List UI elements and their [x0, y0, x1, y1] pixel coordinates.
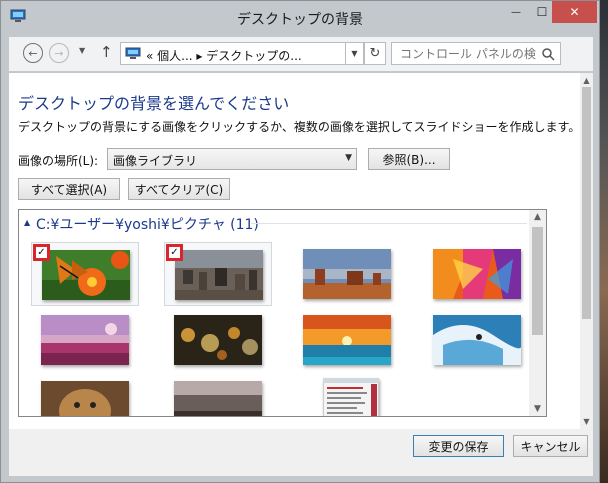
- sunset-sea-image: [303, 315, 391, 365]
- checkmark-icon: ✓: [36, 247, 47, 258]
- page-title: デスクトップの背景を選んでください: [18, 94, 290, 113]
- checkmark-icon: ✓: [169, 247, 180, 258]
- content-scrollbar[interactable]: ▲ ▼: [580, 73, 593, 429]
- picture-thumbnail-surfer[interactable]: [423, 308, 531, 372]
- group-header[interactable]: C:¥ユーザー¥yoshi¥ピクチャ (11): [36, 214, 259, 234]
- tulip-field-image: [41, 315, 129, 365]
- gallery-scroll-thumb[interactable]: [532, 227, 543, 335]
- picture-thumbnail-butterfly[interactable]: ✓: [31, 242, 139, 306]
- desktop-background: [600, 0, 608, 483]
- cheetah-image: [41, 381, 129, 416]
- chevron-down-icon: ▼: [351, 49, 358, 58]
- page-description: デスクトップの背景にする画像をクリックするか、複数の画像を選択してスライドショー…: [18, 120, 581, 134]
- content-scroll-thumb[interactable]: [582, 87, 591, 319]
- cancel-button[interactable]: キャンセル: [513, 435, 588, 457]
- scroll-up-icon[interactable]: ▲: [580, 76, 593, 85]
- save-changes-button[interactable]: 変更の保存: [413, 435, 504, 457]
- scroll-up-icon[interactable]: ▲: [529, 212, 546, 222]
- gallery-scrollbar[interactable]: ▲ ▼: [529, 210, 546, 416]
- forward-arrow-icon: →: [54, 46, 64, 60]
- checkbox-butterfly[interactable]: ✓: [33, 244, 50, 261]
- picture-gallery: ▲ C:¥ユーザー¥yoshi¥ピクチャ (11) ✓ ✓ ▲ ▼: [18, 209, 547, 417]
- close-button[interactable]: ✕: [552, 1, 597, 23]
- clear-all-button[interactable]: すべてクリア(C): [128, 178, 230, 200]
- breadcrumb-path: « 個人... ▸ デスクトップの...: [146, 49, 302, 63]
- picture-location-label: 画像の場所(L):: [18, 154, 99, 168]
- browse-button[interactable]: 参照(B)...: [368, 148, 450, 170]
- search-icon[interactable]: [541, 47, 555, 61]
- abstract-orange-image: [433, 249, 521, 299]
- search-input[interactable]: [398, 45, 538, 62]
- minimize-button[interactable]: —: [503, 1, 529, 23]
- select-all-button[interactable]: すべて選択(A): [18, 178, 120, 200]
- recent-locations-dropdown[interactable]: ▼: [79, 46, 85, 55]
- picture-thumbnail-cheetah[interactable]: [31, 374, 139, 416]
- monument-valley-image: [303, 249, 391, 299]
- control-panel-icon: [125, 47, 141, 59]
- scroll-down-icon[interactable]: ▼: [529, 404, 546, 414]
- picture-thumbnail-monument-valley[interactable]: [293, 242, 401, 306]
- maximize-icon: ☐: [536, 5, 548, 19]
- picture-thumbnail-dark-landscape[interactable]: [164, 374, 272, 416]
- address-dropdown-button[interactable]: ▼: [346, 42, 364, 65]
- up-arrow-icon: ↑: [100, 43, 113, 61]
- refresh-button[interactable]: ↻: [364, 42, 386, 65]
- back-arrow-icon: ←: [28, 46, 38, 60]
- dark-landscape-image: [174, 381, 262, 416]
- refresh-icon: ↻: [369, 46, 381, 61]
- screenshot-menu-image: [323, 378, 379, 416]
- picture-thumbnail-bokeh-lights[interactable]: [164, 308, 272, 372]
- breadcrumb[interactable]: « 個人... ▸ デスクトップの...: [120, 42, 346, 65]
- desktop-background-window: デスクトップの背景 — ☐ ✕ ← → ▼ ↑ « 個人... ▸ デスクトップ…: [0, 0, 600, 483]
- title-bar[interactable]: デスクトップの背景 — ☐ ✕: [1, 1, 599, 33]
- surfer-image: [433, 315, 521, 365]
- close-icon: ✕: [569, 5, 580, 19]
- collapse-group-icon[interactable]: ▲: [24, 218, 30, 227]
- address-bar: ← → ▼ ↑ « 個人... ▸ デスクトップの... ▼ ↻: [9, 37, 593, 71]
- main-content: デスクトップの背景を選んでください デスクトップの背景にする画像をクリックするか…: [9, 73, 593, 429]
- scroll-down-icon[interactable]: ▼: [580, 417, 593, 426]
- picture-location-value: 画像ライブラリ: [113, 154, 198, 168]
- group-divider: [251, 223, 527, 224]
- back-button[interactable]: ←: [23, 43, 43, 63]
- chevron-down-icon: ▼: [345, 153, 352, 163]
- city-aerial-image: [175, 250, 263, 300]
- picture-thumbnail-sunset-sea[interactable]: [293, 308, 401, 372]
- checkbox-city-aerial[interactable]: ✓: [166, 244, 183, 261]
- picture-thumbnail-tulip-field[interactable]: [31, 308, 139, 372]
- picture-thumbnail-abstract-orange[interactable]: [423, 242, 531, 306]
- forward-button[interactable]: →: [49, 43, 69, 63]
- picture-location-select[interactable]: 画像ライブラリ ▼: [107, 148, 357, 170]
- minimize-icon: —: [511, 6, 521, 18]
- bokeh-lights-image: [174, 315, 262, 365]
- search-box[interactable]: [391, 42, 561, 65]
- up-button[interactable]: ↑: [100, 43, 113, 61]
- dialog-footer: 変更の保存 キャンセル: [9, 429, 593, 476]
- picture-thumbnail-screenshot-menu[interactable]: [293, 374, 401, 416]
- butterfly-image: [42, 250, 130, 300]
- picture-thumbnail-city-aerial[interactable]: ✓: [164, 242, 272, 306]
